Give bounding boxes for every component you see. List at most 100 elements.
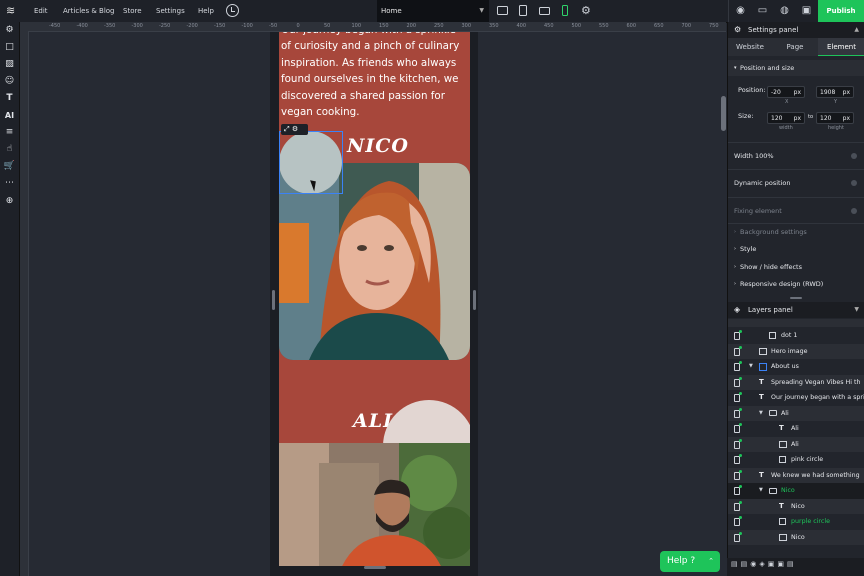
layer-actions-icons[interactable]: ▤▤◉◈▣▣▤ xyxy=(731,560,797,568)
layer-row[interactable]: pink circle xyxy=(728,452,864,468)
add-text-icon[interactable]: T xyxy=(3,92,16,105)
canvas-bottom-handle[interactable] xyxy=(364,566,386,569)
width-input[interactable]: 120 px xyxy=(767,112,805,124)
layer-visibility-icon[interactable] xyxy=(734,531,742,542)
dynamic-position-toggle[interactable] xyxy=(851,180,857,186)
help-button[interactable]: Help ? ⌃ xyxy=(660,551,720,572)
show-hide-row[interactable]: › Show / hide effects xyxy=(728,260,864,274)
menu-help[interactable]: Help xyxy=(198,0,214,22)
canvas-vertical-scrollbar[interactable] xyxy=(721,96,726,131)
page-selector[interactable]: Home ▼ xyxy=(377,0,489,22)
layer-row[interactable]: Hero image xyxy=(728,343,864,359)
layer-row[interactable]: Ali xyxy=(728,436,864,452)
globe-icon[interactable]: ◍ xyxy=(778,4,791,17)
position-size-header[interactable]: ▾ Position and size xyxy=(728,60,864,76)
tablet-landscape-view-icon[interactable] xyxy=(539,7,550,15)
menu-articles-blog[interactable]: Articles & Blog xyxy=(63,0,115,22)
layers-panel-header[interactable]: ◈ Layers panel ▼ xyxy=(728,302,864,318)
menu-store[interactable]: Store xyxy=(123,0,142,22)
preview-eye-icon[interactable]: ◉ xyxy=(734,4,747,17)
layer-row[interactable]: T Our journey began with a sprin xyxy=(728,390,864,406)
position-y-input[interactable]: 1908 px xyxy=(816,86,854,98)
expand-chevron-icon[interactable]: ▼ xyxy=(749,359,753,375)
expand-chevron-icon[interactable]: ▼ xyxy=(759,483,763,499)
width-100-row[interactable]: Width 100% xyxy=(728,148,864,164)
tab-page[interactable]: Page xyxy=(772,38,818,56)
size-to-label: to xyxy=(808,114,814,120)
layer-row[interactable]: T Ali xyxy=(728,421,864,437)
add-image-icon[interactable]: ▨ xyxy=(3,58,16,71)
app-logo-icon[interactable]: ≋ xyxy=(6,5,20,17)
save-icon[interactable]: ▣ xyxy=(800,4,813,17)
add-plus-circle-icon[interactable]: ⊕ xyxy=(3,195,16,208)
layer-row[interactable]: T Nico xyxy=(728,498,864,514)
device-settings-gear-icon[interactable]: ⚙ xyxy=(581,4,591,17)
layer-visibility-icon[interactable] xyxy=(734,500,742,511)
layer-visibility-icon[interactable] xyxy=(734,469,742,480)
layer-visibility-icon[interactable] xyxy=(734,407,742,418)
resize-handle-right[interactable] xyxy=(473,290,476,310)
settings-gear-icon[interactable]: ⚙ xyxy=(3,24,16,37)
layer-visibility-icon[interactable] xyxy=(734,376,742,387)
responsive-row[interactable]: › Responsive design (RWD) xyxy=(728,277,864,291)
mobile-view-icon[interactable] xyxy=(562,5,568,16)
add-button-pointer-icon[interactable]: ☝ xyxy=(3,143,16,156)
layer-visibility-icon[interactable] xyxy=(734,361,742,371)
layer-row[interactable]: ▼ Ali xyxy=(728,405,864,422)
tab-website[interactable]: Website xyxy=(728,38,772,56)
layer-row[interactable]: Nico xyxy=(728,529,864,545)
ruler-tick-label: 450 xyxy=(544,23,554,29)
layer-row[interactable]: ▼ About us xyxy=(728,359,864,375)
ai-text-icon[interactable]: AI xyxy=(3,109,16,122)
layer-visibility-icon[interactable] xyxy=(734,454,742,464)
layers-panel-title: Layers panel xyxy=(748,306,793,314)
layer-row[interactable]: ▼ Nico xyxy=(728,483,864,499)
layer-row[interactable]: dot 1 xyxy=(728,328,864,344)
menu-settings[interactable]: Settings xyxy=(156,0,185,22)
tablet-view-icon[interactable] xyxy=(519,5,527,16)
ruler-tick-label: -100 xyxy=(241,23,253,29)
intro-paragraph[interactable]: Our journey began with a sprinkle of cur… xyxy=(281,32,469,120)
layer-row[interactable]: T Spreading Vegan Vibes Hi th xyxy=(728,374,864,390)
more-dots-icon[interactable]: ⋯ xyxy=(3,177,16,190)
desktop-view-icon[interactable] xyxy=(497,6,508,15)
layer-visibility-icon[interactable] xyxy=(734,485,742,495)
comments-icon[interactable]: ▭ xyxy=(756,4,769,17)
layer-visibility-icon[interactable] xyxy=(734,516,742,526)
panel-resize-handle[interactable] xyxy=(790,297,802,299)
add-box-icon[interactable]: □ xyxy=(3,41,16,54)
style-row[interactable]: › Style xyxy=(728,242,864,256)
layer-label: Ali xyxy=(781,409,789,417)
fixing-element-toggle[interactable] xyxy=(851,208,857,214)
layer-visibility-icon[interactable] xyxy=(734,438,742,449)
collapse-chevron-icon[interactable]: ▼ xyxy=(854,302,859,318)
history-icon[interactable] xyxy=(226,4,239,17)
add-icon-smiley-icon[interactable]: ☺ xyxy=(3,75,16,88)
add-menu-icon[interactable]: ≡ xyxy=(3,126,16,139)
ali-photo[interactable] xyxy=(279,443,470,566)
expand-chevron-icon[interactable]: ▼ xyxy=(759,406,763,422)
layer-label: Nico xyxy=(791,502,805,510)
layer-visibility-icon[interactable] xyxy=(734,392,742,402)
dynamic-position-row[interactable]: Dynamic position xyxy=(728,175,864,191)
layer-row[interactable]: T We knew we had something xyxy=(728,467,864,483)
width-100-toggle[interactable] xyxy=(851,153,857,159)
publish-button[interactable]: Publish xyxy=(818,0,864,22)
layer-row[interactable]: purple circle xyxy=(728,514,864,530)
store-cart-icon[interactable]: 🛒 xyxy=(3,160,16,173)
collapse-chevron-icon[interactable]: ▲ xyxy=(854,22,859,38)
layer-label: Ali xyxy=(791,440,799,448)
nico-heading[interactable]: NICO xyxy=(347,135,409,157)
layer-visibility-icon[interactable] xyxy=(734,345,742,356)
fixing-element-row[interactable]: Fixing element xyxy=(728,203,864,219)
settings-panel-header[interactable]: ⚙ Settings panel ▲ xyxy=(728,22,864,38)
background-settings-row[interactable]: › Background settings xyxy=(728,225,864,239)
layer-visibility-icon[interactable] xyxy=(734,330,742,340)
element-quick-tools[interactable]: ⤢ ⚙ xyxy=(281,124,308,135)
position-x-input[interactable]: -20 px xyxy=(767,86,805,98)
resize-handle-left[interactable] xyxy=(272,290,275,310)
tab-element[interactable]: Element xyxy=(818,38,864,56)
height-input[interactable]: 120 px xyxy=(816,112,854,124)
menu-edit[interactable]: Edit xyxy=(34,0,48,22)
layer-visibility-icon[interactable] xyxy=(734,423,742,433)
